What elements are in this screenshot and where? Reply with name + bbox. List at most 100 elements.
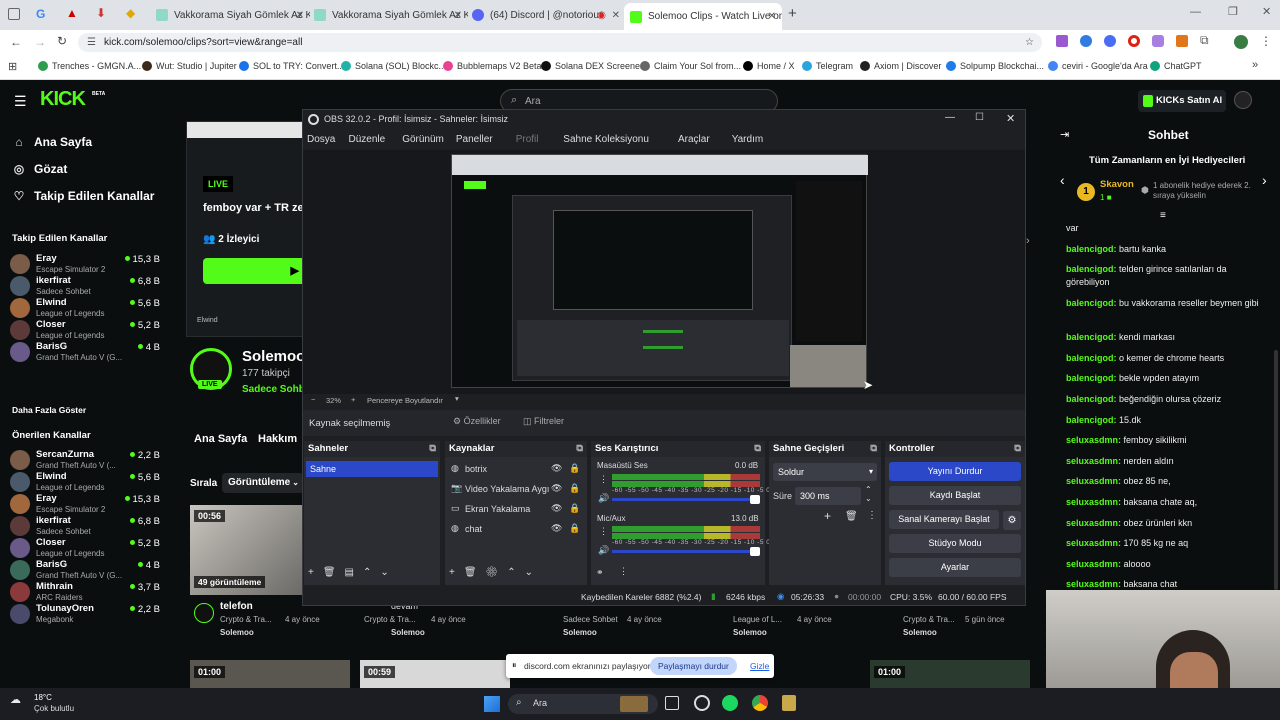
maximize-icon[interactable]: ☐ <box>975 112 984 123</box>
clip-category[interactable]: Crypto & Tra... <box>220 615 272 624</box>
minimize-icon[interactable]: — <box>1190 6 1201 18</box>
chat-username[interactable]: balencigod: <box>1066 353 1117 363</box>
visibility-icon[interactable]: 👁 <box>551 523 562 534</box>
visibility-icon[interactable]: 👁 <box>551 503 562 514</box>
lock-icon[interactable]: 🔒 <box>569 503 580 514</box>
move-up-icon[interactable]: ⌃ <box>363 567 380 578</box>
channel-item[interactable]: Closer League of Legends 5,2 B <box>10 318 160 342</box>
source-item[interactable]: ◍ chat 👁 🔒 <box>451 523 581 534</box>
move-down-icon[interactable]: ⌄ <box>525 567 542 578</box>
bookmark-star-icon[interactable]: ☆ <box>1025 33 1034 52</box>
chat-username[interactable]: balencigod: <box>1066 264 1117 274</box>
dock-float-icon[interactable]: ⧉ <box>429 441 436 457</box>
slider-handle[interactable] <box>750 547 760 556</box>
tab-vakkorama-1[interactable]: Vakkorama Siyah Gömlek Az Kul ✕ <box>150 4 310 26</box>
tab-about[interactable]: Hakkım <box>258 433 297 445</box>
app-icon[interactable] <box>782 695 796 711</box>
channel-item[interactable]: ikerfirat Sadece Sohbet 6,8 B <box>10 274 160 298</box>
gifter-name[interactable]: Skavon <box>1100 179 1134 190</box>
opera-icon[interactable] <box>1128 35 1140 47</box>
clip-channel[interactable]: Solemoo <box>391 628 425 637</box>
clip-thumbnail[interactable]: 00:59 <box>360 660 510 688</box>
back-icon[interactable]: ← <box>10 35 22 49</box>
preview-area[interactable]: ➤ <box>303 150 1025 394</box>
chat-username[interactable]: balencigod: <box>1066 394 1117 404</box>
widget-icon[interactable] <box>620 696 648 712</box>
channel-item[interactable]: Eray Escape Simulator 2 15,3 B <box>10 492 160 516</box>
channel-item[interactable]: BarisG Grand Theft Auto V (G... 4 B <box>10 558 160 582</box>
hamburger-icon[interactable]: ☰ <box>14 93 27 110</box>
featured-stream-card[interactable]: LIVE femboy var + TR ze 👥 2 İzleyici ▶ E… <box>186 121 313 337</box>
chat-username[interactable]: balencigod: <box>1066 332 1117 342</box>
bookmark-item[interactable]: Solpump Blockchai... <box>946 61 1044 71</box>
close-window-icon[interactable]: ✕ <box>1262 5 1271 18</box>
obs-menu-item[interactable]: Profil <box>516 134 539 145</box>
collapse-chat-icon[interactable]: ⇥ <box>1060 128 1069 141</box>
chat-username[interactable]: balencigod: <box>1066 373 1117 383</box>
chat-username[interactable]: balencigod: <box>1066 415 1117 425</box>
metamask-icon[interactable] <box>1176 35 1188 47</box>
channel-category[interactable]: Sadece Sohb <box>242 384 305 395</box>
move-up-icon[interactable]: ⌃ <box>507 567 524 578</box>
chat-username[interactable]: seluxasdmn: <box>1066 435 1121 445</box>
clip-channel[interactable]: Solemoo <box>563 628 597 637</box>
spin-up-icon[interactable]: ⌃ <box>865 485 872 494</box>
clip-category[interactable]: League of L... <box>733 615 782 624</box>
close-icon[interactable]: ✕ <box>1006 112 1015 125</box>
new-tab-icon[interactable]: + <box>788 5 797 22</box>
hide-link[interactable]: Gizle <box>750 661 769 671</box>
channel-item[interactable]: TolunayOren Megabonk 2,2 B <box>10 602 160 626</box>
channel-item[interactable]: SercanZurna Grand Theft Auto V (... 2,2 B <box>10 448 160 472</box>
lock-icon[interactable]: 🔒 <box>569 523 580 534</box>
windows-start-icon[interactable] <box>484 696 500 712</box>
bookmark-item[interactable]: Home / X <box>743 61 795 71</box>
lock-icon[interactable]: 🔒 <box>569 463 580 474</box>
mixer-menu-icon[interactable]: ⋮ <box>599 474 608 485</box>
forward-icon[interactable]: → <box>34 35 46 49</box>
mixer-menu-icon[interactable]: ⋮ <box>599 526 608 537</box>
channel-item[interactable]: Elwind League of Legends 5,6 B <box>10 470 160 494</box>
close-icon[interactable]: ✕ <box>454 10 462 21</box>
trash-icon[interactable]: 🗑 <box>464 567 486 578</box>
weather-text[interactable]: Çok bulutlu <box>34 704 74 713</box>
close-icon[interactable]: ✕ <box>612 10 620 21</box>
speaker-icon[interactable]: 🔊 <box>598 493 609 504</box>
obs-window[interactable]: OBS 32.0.2 - Profil: İsimsiz - Sahneler:… <box>302 109 1026 606</box>
filters-button[interactable]: ◫ Filtreler <box>523 416 564 427</box>
user-avatar[interactable] <box>1234 91 1252 109</box>
bookmark-item[interactable]: Solana (SOL) Blockc... <box>341 61 446 71</box>
chat-username[interactable]: seluxasdmn: <box>1066 456 1121 466</box>
extension-icon[interactable] <box>1104 35 1116 47</box>
link-icon[interactable]: ⚭ <box>596 567 604 578</box>
start-virtual-camera-button[interactable]: Sanal Kamerayı Başlat <box>889 510 999 529</box>
transition-select[interactable]: Soldur ▾ <box>773 463 877 481</box>
visibility-icon[interactable]: 👁 <box>551 463 562 474</box>
clip-channel[interactable]: Solemoo <box>903 628 937 637</box>
visibility-icon[interactable]: 👁 <box>551 483 562 494</box>
kicks-buy-button[interactable]: KICKs Satın Al <box>1138 90 1226 112</box>
reload-icon[interactable]: ↻ <box>57 34 67 48</box>
scene-item[interactable]: Sahne <box>306 461 438 477</box>
clip-thumbnail[interactable]: 01:00 <box>190 660 350 688</box>
download-icon[interactable]: ⬇ <box>96 6 106 20</box>
bookmark-item[interactable]: ChatGPT <box>1150 61 1202 71</box>
tab-vakkorama-2[interactable]: Vakkorama Siyah Gömlek Az Kul ✕ <box>308 4 468 26</box>
add-icon[interactable]: + <box>449 567 464 578</box>
nav-home[interactable]: ⌂ Ana Sayfa <box>12 135 92 149</box>
bookmark-item[interactable]: Trenches - GMGN.A... <box>38 61 141 71</box>
sort-dropdown[interactable]: Görüntüleme ⌄ <box>222 473 304 493</box>
nav-following[interactable]: ♡ Takip Edilen Kanallar <box>12 189 155 203</box>
obs-menu-item[interactable]: Dosya <box>307 134 335 145</box>
apps-grid-icon[interactable]: ⊞ <box>8 60 17 73</box>
stop-streaming-button[interactable]: Yayını Durdur <box>889 462 1021 481</box>
bookmark-item[interactable]: Claim Your Sol from... <box>640 61 741 71</box>
mixer-more-icon[interactable]: ⋮ <box>619 566 628 577</box>
channel-item[interactable]: ikerfirat Sadece Sohbet 6,8 B <box>10 514 160 538</box>
volume-slider[interactable] <box>612 547 760 556</box>
start-recording-button[interactable]: Kaydı Başlat <box>889 486 1021 505</box>
slider-handle[interactable] <box>750 495 760 504</box>
obs-menu-item[interactable]: Yardım <box>732 134 764 145</box>
duration-input[interactable]: 300 ms <box>795 487 861 505</box>
close-icon[interactable]: ✕ <box>768 11 776 22</box>
warning-icon[interactable]: ▲ <box>66 6 78 20</box>
